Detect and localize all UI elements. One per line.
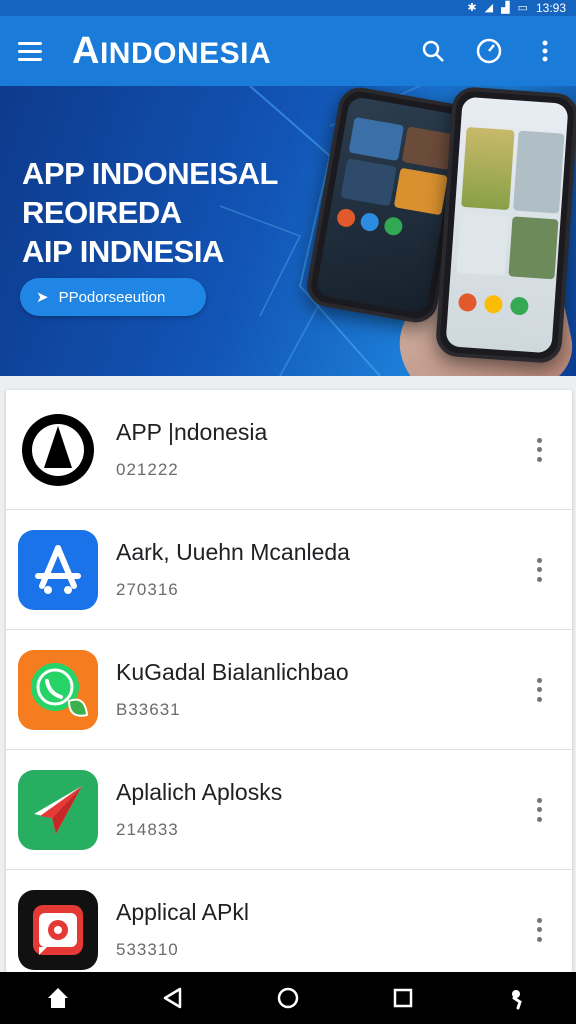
overflow-menu-icon[interactable] [532,38,558,64]
home-icon[interactable] [38,978,78,1018]
arrow-icon: ➤ [36,289,49,306]
app-subtitle: 533310 [116,940,179,959]
whatsapp-leaf-icon [18,649,98,730]
app-brand: AINDONESIA [72,29,272,72]
menu-icon[interactable] [18,36,48,66]
black-tent-icon [18,409,98,490]
more-vertical-icon[interactable] [530,435,548,465]
app-subtitle: 270316 [116,580,179,599]
app-title: Aark, Uuehn Mcanleda [116,539,350,565]
list-item[interactable]: Aplalich Aplosks 214833 [6,750,572,870]
app-title: Aplalich Aplosks [116,779,283,805]
status-time: 13:93 [535,1,566,15]
app-subtitle: B33631 [116,700,181,719]
camera-icon [18,889,98,970]
app-list: APP |ndonesia 021222 Aark, Uuehn Mcanled… [6,390,572,972]
more-vertical-icon[interactable] [530,675,548,705]
bluetooth-icon: ✱ [467,2,477,14]
app-subtitle: 021222 [116,460,179,479]
app-title: KuGadal Bialanlichbao [116,659,349,685]
app-bar: AINDONESIA [0,16,576,86]
assistant-icon[interactable] [498,978,538,1018]
banner-button[interactable]: ➤ PPodorseeution [20,278,206,316]
promo-banner[interactable]: APP INDONEISAL REOIREDA AIP INDNESIA ➤ P… [0,86,576,376]
app-store-icon [18,529,98,610]
speed-gauge-icon[interactable] [476,38,502,64]
paper-plane-icon [18,769,98,850]
battery-icon: ▭ [517,2,528,14]
more-vertical-icon[interactable] [530,795,548,825]
wifi-icon: ◢ [484,2,494,14]
status-bar: ✱ ◢ ▟ ▭ 13:93 [0,0,576,16]
list-item[interactable]: APP |ndonesia 021222 [6,390,572,510]
back-icon[interactable] [153,978,193,1018]
recents-icon[interactable] [383,978,423,1018]
phone-mockup-right [434,86,576,365]
search-icon[interactable] [420,38,446,64]
app-title: Applical APkl [116,899,249,925]
home-circle-icon[interactable] [268,978,308,1018]
app-title: APP |ndonesia [116,419,268,445]
list-item[interactable]: KuGadal Bialanlichbao B33631 [6,630,572,750]
more-vertical-icon[interactable] [530,555,548,585]
list-item[interactable]: Aark, Uuehn Mcanleda 270316 [6,510,572,630]
list-item[interactable]: Applical APkl 533310 [6,870,572,972]
system-nav-bar [0,972,576,1024]
signal-icon: ▟ [501,2,510,14]
more-vertical-icon[interactable] [530,915,548,945]
app-subtitle: 214833 [116,820,179,839]
banner-headline: APP INDONEISAL REOIREDA AIP INDNESIA [22,156,278,269]
